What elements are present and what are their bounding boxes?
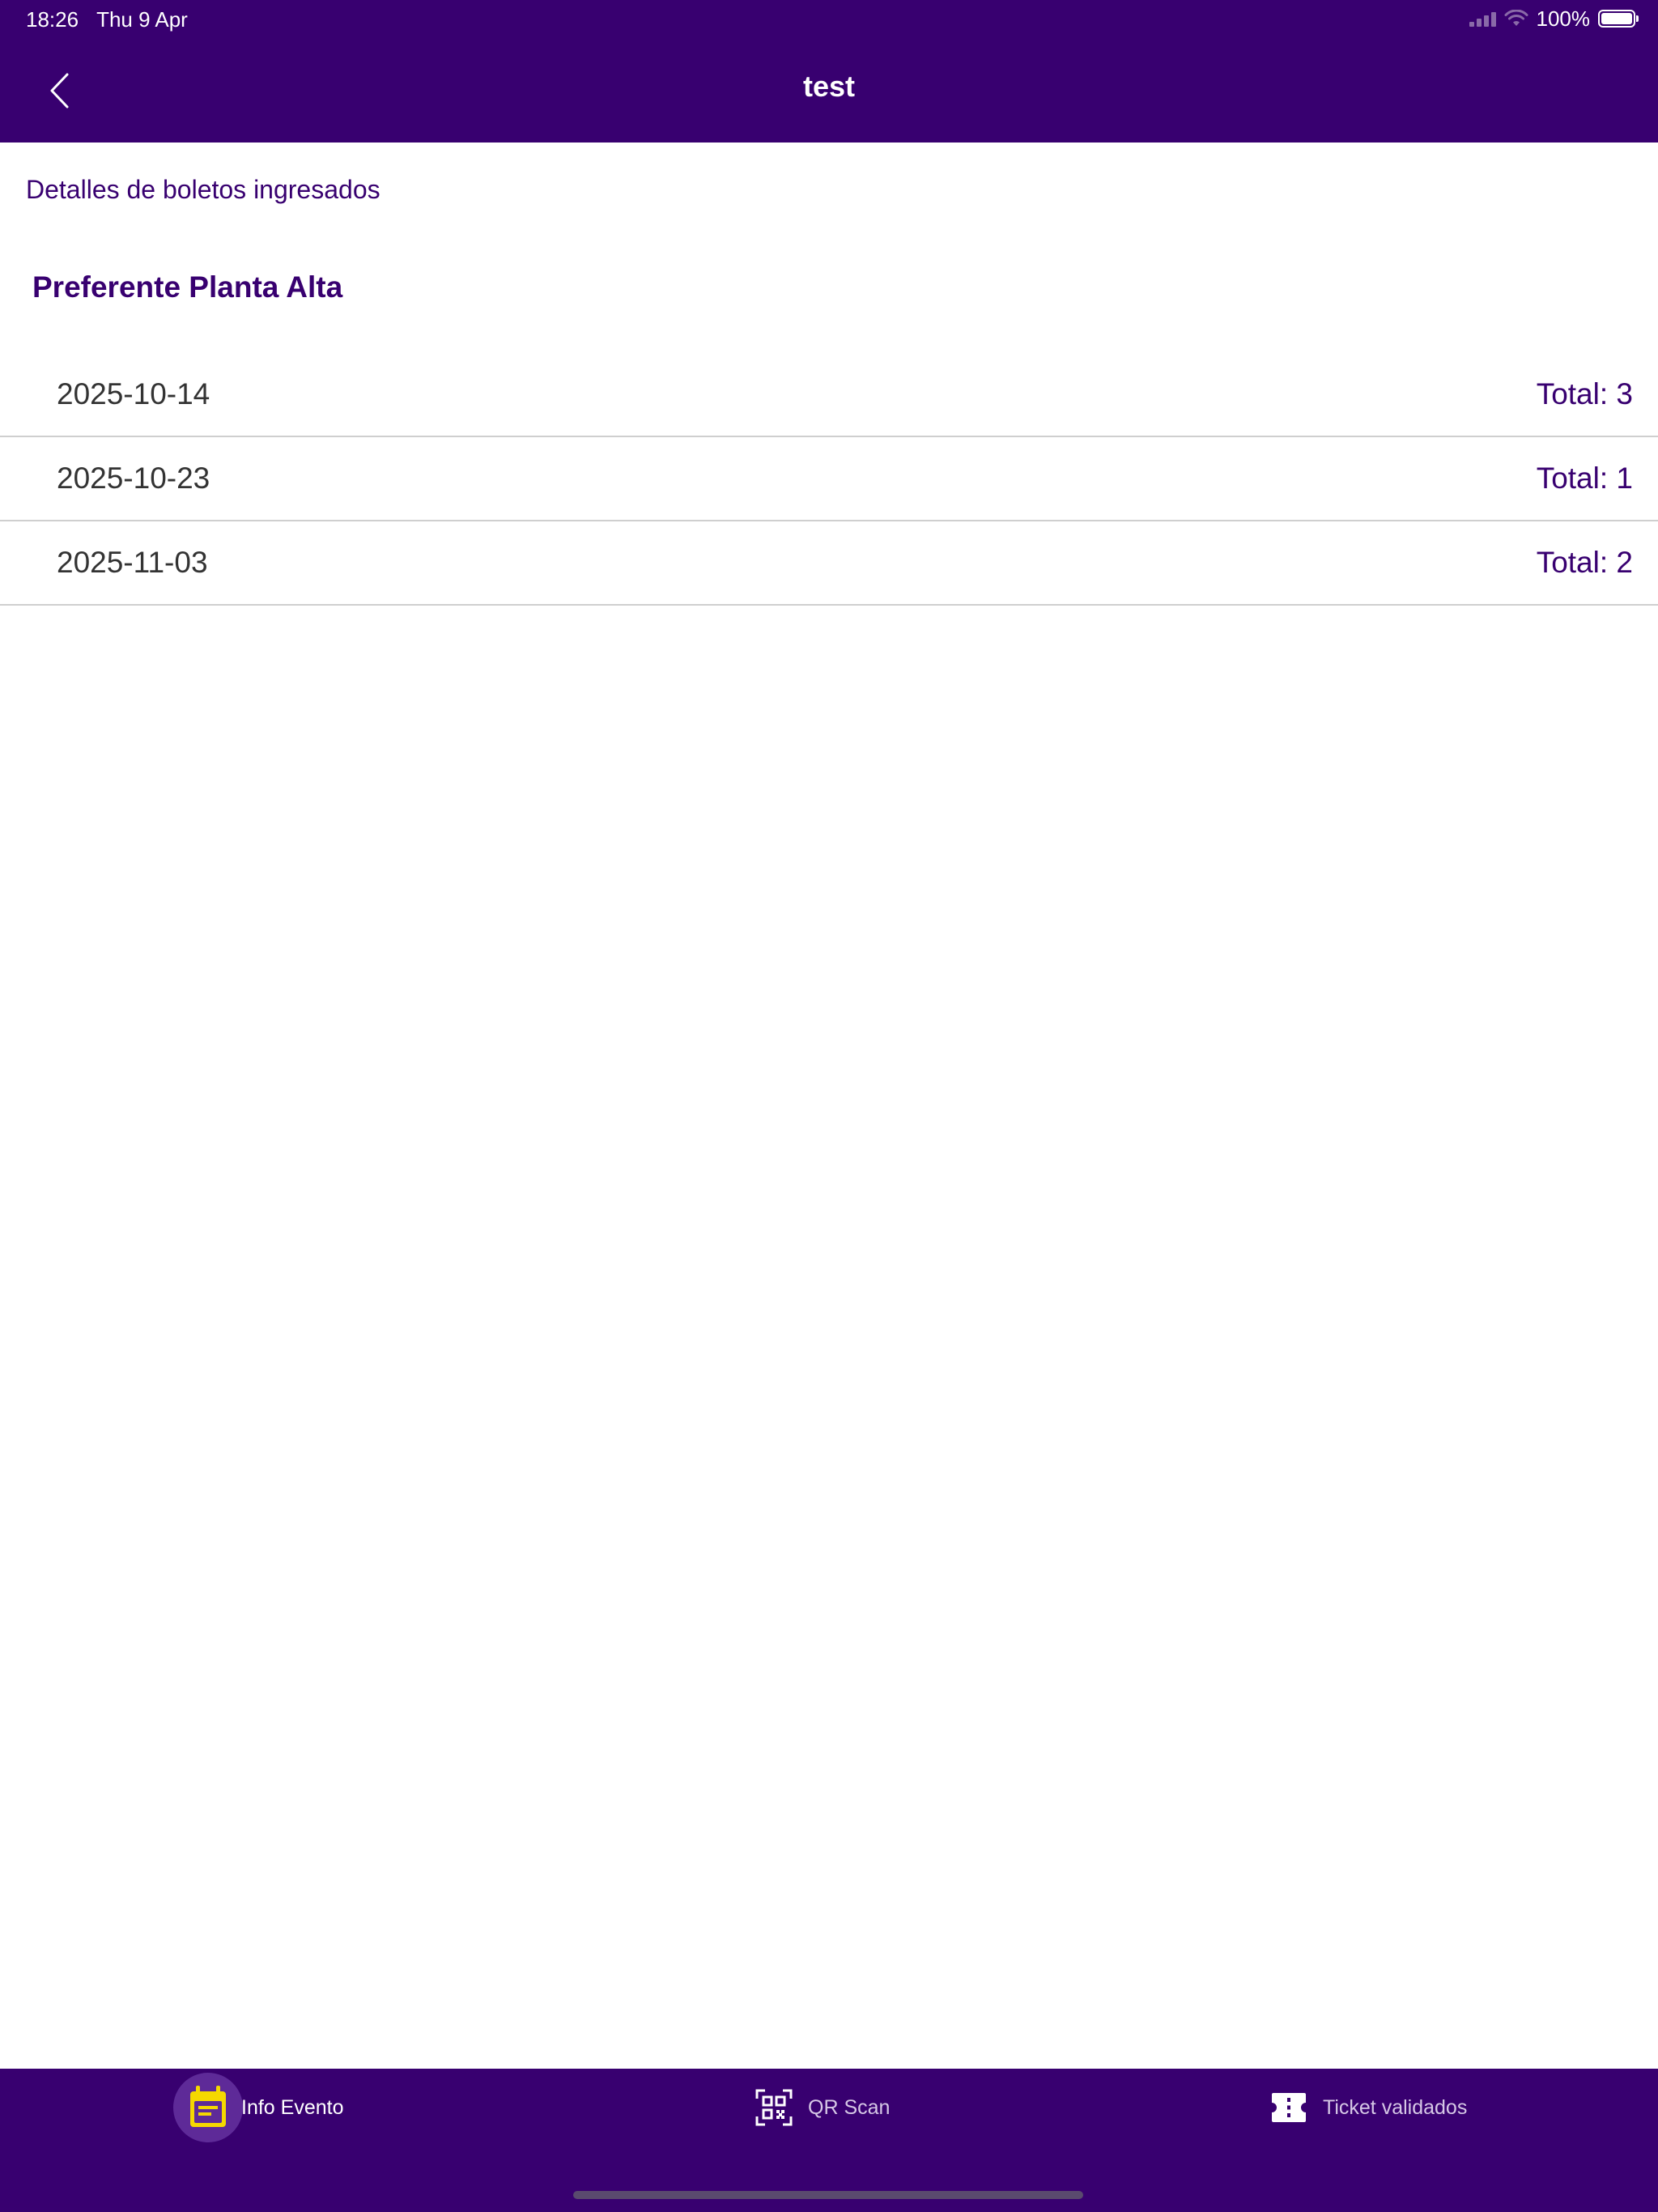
tab-label: QR Scan <box>808 2095 891 2119</box>
tab-label: Info Evento <box>241 2095 344 2119</box>
status-bar-right: 100% <box>1469 5 1639 32</box>
qr-scan-icon <box>755 2089 793 2126</box>
list-item[interactable]: 2025-11-03 Total: 2 <box>0 521 1658 606</box>
ticket-date-list: 2025-10-14 Total: 3 2025-10-23 Total: 1 … <box>0 353 1658 606</box>
row-date: 2025-11-03 <box>57 546 208 579</box>
tab-icon-wrapper <box>1269 2088 1308 2127</box>
battery-percentage: 100% <box>1536 6 1591 31</box>
status-time: 18:26 <box>26 6 79 32</box>
bottom-tab-bar: Info Evento QR Scan Ticket validados <box>0 2069 1658 2212</box>
tab-ticket-validados[interactable]: Ticket validados <box>1269 2069 1467 2146</box>
status-bar-left: 18:26 Thu 9 Apr <box>26 6 188 32</box>
row-total: Total: 2 <box>1536 546 1633 579</box>
list-item[interactable]: 2025-10-14 Total: 3 <box>0 353 1658 437</box>
tab-qr-scan[interactable]: QR Scan <box>755 2069 890 2146</box>
tab-icon-wrapper <box>755 2088 793 2127</box>
list-item[interactable]: 2025-10-23 Total: 1 <box>0 437 1658 521</box>
top-bar: 18:26 Thu 9 Apr 100% test <box>0 0 1658 143</box>
status-date: Thu 9 Apr <box>96 6 188 32</box>
ticket-group-title: Preferente Planta Alta <box>32 270 343 304</box>
tab-label: Ticket validados <box>1323 2095 1468 2119</box>
row-date: 2025-10-23 <box>57 462 210 495</box>
active-tab-indicator <box>173 2073 243 2142</box>
tab-info-evento[interactable]: Info Evento <box>173 2069 343 2146</box>
battery-icon <box>1598 10 1639 28</box>
wifi-icon <box>1504 10 1528 26</box>
cellular-signal-icon <box>1469 11 1496 27</box>
calendar-event-icon <box>190 2086 226 2127</box>
home-indicator[interactable] <box>573 2191 1083 2199</box>
page-title: test <box>802 70 856 103</box>
row-total: Total: 3 <box>1536 377 1633 410</box>
section-subtitle: Detalles de boletos ingresados <box>26 175 380 204</box>
row-date: 2025-10-14 <box>57 377 210 410</box>
ticket-icon <box>1272 2093 1306 2122</box>
row-total: Total: 1 <box>1536 462 1633 495</box>
